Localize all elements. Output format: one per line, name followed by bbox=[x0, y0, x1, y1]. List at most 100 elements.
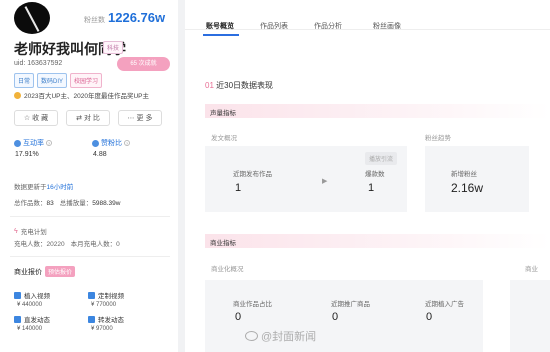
price-item: 直发动态 ¥ 140000 bbox=[14, 314, 84, 332]
charge-count-label: 充电人数： bbox=[14, 241, 47, 248]
price-name: 植入视频 bbox=[24, 293, 50, 300]
predict-quote-badge[interactable]: 预估报价 bbox=[45, 266, 76, 277]
month-charge-value: 0 bbox=[116, 241, 120, 248]
star-icon: ☆ bbox=[23, 115, 31, 122]
like-icon bbox=[92, 139, 99, 147]
update-time: 数据更新于16小时前 bbox=[14, 181, 73, 191]
compare-button[interactable]: ⇄ 对 比 bbox=[66, 110, 110, 126]
favorite-button[interactable]: ☆ 收 藏 bbox=[14, 110, 58, 126]
charge-count-value: 20220 bbox=[46, 241, 65, 248]
tab-works-analysis[interactable]: 作品分析 bbox=[314, 21, 342, 31]
lightning-icon: ϟ bbox=[14, 227, 18, 235]
charge-title-text: 充电计划 bbox=[20, 229, 47, 236]
totals-row: 总作品数：83 总播放量：5988.39w bbox=[14, 197, 120, 207]
tab-bar: 账号概览 作品列表 作品分析 粉丝画像 bbox=[185, 0, 550, 30]
price-value: ¥ 440000 bbox=[17, 302, 43, 308]
interaction-rate-label: 互动率 bbox=[23, 140, 44, 147]
interaction-rate-value: 17.91% bbox=[15, 151, 39, 158]
help-icon[interactable]: ? bbox=[46, 140, 52, 146]
commerce-ratio-value: 0 bbox=[235, 311, 242, 323]
recent-promo-value: 0 bbox=[332, 311, 339, 323]
interaction-icon bbox=[14, 139, 21, 147]
honor-text: 2023百大UP主、2020年度最佳作品奖UP主 bbox=[24, 93, 149, 100]
like-fan-ratio-value: 4.88 bbox=[93, 151, 107, 158]
recent-ads-value: 0 bbox=[426, 311, 433, 323]
watermark-text: @封面新闻 bbox=[261, 331, 317, 343]
price-value: ¥ 140000 bbox=[17, 326, 43, 332]
period-header: 01 近30日数据表现 bbox=[205, 80, 273, 91]
recent-works-value: 1 bbox=[235, 182, 242, 194]
hit-count-value: 1 bbox=[368, 182, 375, 194]
recent-ads-label: 近期植入广告 bbox=[425, 301, 464, 308]
new-fans-label: 新增粉丝 bbox=[451, 171, 477, 178]
business-metrics-header: 商业指标 bbox=[205, 234, 550, 248]
hit-count-label: 爆款数 bbox=[365, 171, 385, 178]
commerce-more-title: 商业 bbox=[525, 266, 538, 273]
voice-metrics-title: 声量指标 bbox=[210, 110, 236, 117]
chevron-right-icon[interactable]: › bbox=[157, 12, 160, 22]
divider bbox=[10, 216, 170, 217]
commerce-more-card bbox=[510, 280, 550, 352]
tab-account-overview[interactable]: 账号概览 bbox=[206, 21, 234, 31]
creator-profile-panel: 粉丝数 1226.76w › 老师好我叫何同学 科技 uid: 16363759… bbox=[0, 0, 178, 352]
play-traffic-button[interactable]: 播放引流 bbox=[365, 152, 398, 165]
price-name: 转发动态 bbox=[98, 317, 124, 324]
tab-works-list[interactable]: 作品列表 bbox=[260, 21, 288, 31]
watermark: @封面新闻 bbox=[245, 328, 316, 344]
tab-fans-portrait[interactable]: 粉丝画像 bbox=[373, 21, 401, 31]
month-charge-label: 本月充电人数： bbox=[70, 241, 117, 248]
price-item: 转发动态 ¥ 97000 bbox=[88, 314, 158, 332]
recent-promo-label: 近期推广商品 bbox=[331, 301, 370, 308]
tag-list: 日常 数码DIY 校园学习 bbox=[14, 73, 103, 88]
interaction-rate: 互动率? 17.91% bbox=[14, 138, 52, 158]
price-value: ¥ 97000 bbox=[91, 326, 113, 332]
divider bbox=[10, 256, 170, 257]
uid-text: uid: 163637592 bbox=[14, 60, 63, 67]
total-plays-value: 5988.39w bbox=[92, 200, 121, 207]
medal-icon bbox=[14, 91, 21, 99]
more-icon: ⋯ bbox=[127, 115, 135, 122]
period-label: 近30日数据表现 bbox=[216, 81, 274, 90]
price-value: ¥ 770000 bbox=[91, 302, 117, 308]
category-badge: 科技 bbox=[103, 41, 124, 54]
price-grid: 植入视频 ¥ 440000 定制视频 ¥ 770000 直发动态 ¥ 14000… bbox=[14, 290, 158, 332]
price-item: 植入视频 ¥ 440000 bbox=[14, 290, 84, 308]
new-fans-value: 2.16w bbox=[451, 181, 484, 195]
commerce-ratio-label: 商业作品占比 bbox=[233, 301, 272, 308]
action-bar: ☆ 收 藏 ⇄ 对 比 ⋯ 更 多 bbox=[14, 110, 162, 126]
voice-metrics-header: 声量指标 bbox=[205, 104, 550, 118]
news-logo-icon bbox=[245, 331, 258, 341]
total-works-label: 总作品数： bbox=[14, 200, 47, 207]
honor-line: 2023百大UP主、2020年度最佳作品奖UP主 bbox=[14, 90, 149, 100]
arrow-right-icon: ▶ bbox=[322, 178, 328, 185]
tag-digital-diy[interactable]: 数码DIY bbox=[37, 73, 68, 88]
like-fan-ratio-label: 赞粉比 bbox=[101, 140, 122, 147]
recent-works-label: 近期发布作品 bbox=[233, 171, 272, 178]
compare-icon: ⇄ bbox=[76, 115, 82, 122]
post-icon bbox=[14, 315, 21, 323]
business-quote-title: 商业报价 预估报价 bbox=[14, 266, 76, 277]
charge-plan-title: ϟ 充电计划 bbox=[14, 226, 47, 237]
achievement-button[interactable]: 65 次成就 bbox=[117, 57, 170, 71]
business-title-text: 商业报价 bbox=[14, 268, 42, 276]
avatar[interactable] bbox=[14, 2, 50, 34]
like-fan-ratio: 赞粉比? 4.88 bbox=[92, 138, 130, 158]
fans-count-label: 粉丝数 bbox=[84, 17, 105, 24]
compare-label: 对 比 bbox=[83, 115, 100, 122]
fans-trend-title: 粉丝趋势 bbox=[425, 135, 451, 142]
business-metrics-title: 商业指标 bbox=[210, 240, 236, 247]
help-icon[interactable]: ? bbox=[124, 140, 130, 146]
more-button[interactable]: ⋯ 更 多 bbox=[118, 110, 162, 126]
fans-trend-card: 新增粉丝 2.16w bbox=[425, 146, 529, 212]
total-plays-label: 总播放量： bbox=[59, 200, 93, 207]
period-number: 01 bbox=[205, 81, 214, 90]
publish-overview-title: 发文概况 bbox=[211, 135, 237, 142]
tag-campus-study[interactable]: 校园学习 bbox=[70, 73, 103, 88]
repost-icon bbox=[88, 315, 95, 323]
commerce-overview-title: 商业化概况 bbox=[211, 266, 244, 273]
data-dashboard: 账号概览 作品列表 作品分析 粉丝画像 01 近30日数据表现 声量指标 发文概… bbox=[185, 0, 550, 352]
update-prefix: 数据更新于 bbox=[14, 184, 47, 191]
tag-daily[interactable]: 日常 bbox=[14, 73, 35, 88]
video-icon bbox=[88, 291, 95, 299]
active-tab-indicator bbox=[203, 34, 239, 36]
